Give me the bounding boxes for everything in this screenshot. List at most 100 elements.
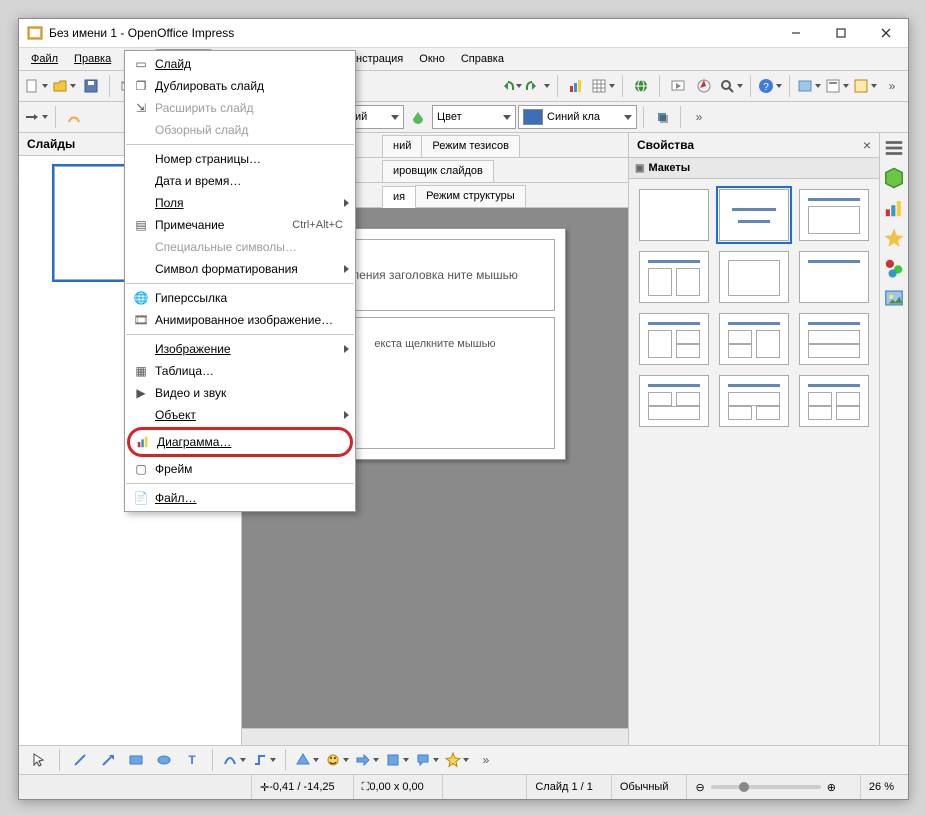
layout-12[interactable]: [799, 375, 869, 427]
fill-type-combo[interactable]: Цвет: [432, 105, 516, 129]
tab-normal[interactable]: ия: [382, 186, 416, 208]
line-style-button[interactable]: [62, 104, 86, 130]
hyperlink-button[interactable]: [629, 73, 653, 99]
menu-window[interactable]: Окно: [411, 49, 453, 69]
insert-chart[interactable]: Диаграмма…: [127, 427, 353, 457]
connector-tool[interactable]: [251, 747, 277, 773]
slide-design-button[interactable]: [852, 73, 878, 99]
status-layout[interactable]: Обычный: [611, 775, 677, 799]
insert-table[interactable]: ▦Таблица…: [125, 360, 355, 382]
slideshow-button[interactable]: [666, 73, 690, 99]
arrow-line-tool[interactable]: [96, 747, 120, 773]
insert-page-number[interactable]: Номер страницы…: [125, 148, 355, 170]
layout-9[interactable]: [799, 313, 869, 365]
menu-file[interactable]: Файл: [23, 49, 66, 69]
curve-tool[interactable]: [221, 747, 247, 773]
block-arrows-tool[interactable]: [354, 747, 380, 773]
tab-sorter[interactable]: ировщик слайдов: [382, 160, 494, 182]
layout-content-only[interactable]: [719, 251, 789, 303]
zoom-button[interactable]: [718, 73, 744, 99]
layout-7[interactable]: [639, 313, 709, 365]
ellipse-tool[interactable]: [152, 747, 176, 773]
chart-button[interactable]: [564, 73, 588, 99]
new-button[interactable]: [23, 73, 49, 99]
callouts-tool[interactable]: [414, 747, 440, 773]
effects-icon[interactable]: [883, 257, 905, 279]
drawbar-overflow[interactable]: »: [474, 747, 498, 773]
layout-title[interactable]: [719, 189, 789, 241]
flowchart-tool[interactable]: [384, 747, 410, 773]
insert-hyperlink[interactable]: 🌐Гиперссылка: [125, 287, 355, 309]
insert-video-sound[interactable]: ▶Видео и звук: [125, 382, 355, 404]
svg-text:T: T: [188, 753, 196, 767]
close-properties-button[interactable]: ×: [863, 137, 871, 153]
line-end-combo[interactable]: ий: [350, 105, 404, 129]
line-tool[interactable]: [68, 747, 92, 773]
fill-color-combo[interactable]: Синий кла: [518, 105, 637, 129]
svg-text:»: »: [483, 753, 490, 767]
insert-slide[interactable]: ▭Слайд: [125, 53, 355, 75]
app-window: Без имени 1 - OpenOffice Impress Файл Пр…: [18, 18, 909, 800]
zoom-slider[interactable]: [711, 785, 821, 789]
tab-thesis[interactable]: Режим тезисов: [421, 135, 520, 157]
insert-note[interactable]: ▤ПримечаниеCtrl+Alt+C: [125, 214, 355, 236]
rectangle-tool[interactable]: [124, 747, 148, 773]
insert-duplicate-slide[interactable]: ❐Дублировать слайд: [125, 75, 355, 97]
fill-color-icon[interactable]: [406, 104, 430, 130]
status-zoom[interactable]: 26 %: [860, 775, 902, 799]
insert-file[interactable]: 📄Файл…: [125, 487, 355, 509]
zoom-out-button[interactable]: ⊖: [695, 781, 704, 794]
insert-frame[interactable]: ▢Фрейм: [125, 458, 355, 480]
horizontal-scrollbar[interactable]: [242, 728, 628, 745]
shadow-button[interactable]: [650, 104, 674, 130]
insert-formatting-mark[interactable]: Символ форматирования: [125, 258, 355, 280]
layout-11[interactable]: [719, 375, 789, 427]
toolbar2-overflow[interactable]: »: [687, 104, 711, 130]
layout-title-content[interactable]: [799, 189, 869, 241]
frame-icon: ▢: [131, 462, 151, 476]
insert-image[interactable]: Изображение: [125, 338, 355, 360]
layouts-section-header[interactable]: Макеты: [629, 158, 879, 179]
zoom-in-button[interactable]: ⊕: [827, 781, 836, 794]
svg-text:?: ?: [763, 82, 769, 93]
zoom-knob[interactable]: [739, 782, 749, 792]
save-button[interactable]: [79, 73, 103, 99]
picture-icon[interactable]: [883, 287, 905, 309]
symbol-shapes-tool[interactable]: [324, 747, 350, 773]
layout-two-content[interactable]: [639, 251, 709, 303]
undo-button[interactable]: [497, 73, 523, 99]
tab-partial[interactable]: ний: [382, 135, 422, 157]
table-button[interactable]: [590, 73, 616, 99]
insert-animated-image[interactable]: 🎞Анимированное изображение…: [125, 309, 355, 331]
arrow-style-button[interactable]: [23, 104, 49, 130]
insert-object[interactable]: Объект: [125, 404, 355, 426]
pointer-tool[interactable]: [27, 747, 51, 773]
open-button[interactable]: [51, 73, 77, 99]
layout-8[interactable]: [719, 313, 789, 365]
toolbar-overflow[interactable]: »: [880, 73, 904, 99]
close-button[interactable]: [863, 19, 908, 47]
minimize-button[interactable]: [773, 19, 818, 47]
insert-fields[interactable]: Поля: [125, 192, 355, 214]
tab-outline[interactable]: Режим структуры: [415, 185, 526, 207]
redo-button[interactable]: [525, 73, 551, 99]
layout-blank[interactable]: [639, 189, 709, 241]
menu-help[interactable]: Справка: [453, 49, 512, 69]
basic-shapes-tool[interactable]: [294, 747, 320, 773]
insert-date-time[interactable]: Дата и время…: [125, 170, 355, 192]
stars-tool[interactable]: [444, 747, 470, 773]
status-position: ✛ -0,41 / -14,25: [251, 775, 343, 799]
navigator-button[interactable]: [692, 73, 716, 99]
gallery-button[interactable]: [796, 73, 822, 99]
slide-layout-button[interactable]: [824, 73, 850, 99]
layout-10[interactable]: [639, 375, 709, 427]
cube-icon[interactable]: [883, 167, 905, 189]
text-tool[interactable]: T: [180, 747, 204, 773]
layout-title-only[interactable]: [799, 251, 869, 303]
help-button[interactable]: ?: [757, 73, 783, 99]
star-icon[interactable]: [883, 227, 905, 249]
maximize-button[interactable]: [818, 19, 863, 47]
mini-chart-icon[interactable]: [883, 197, 905, 219]
sidebar-menu-icon[interactable]: [883, 137, 905, 159]
menu-edit[interactable]: Правка: [66, 49, 119, 69]
